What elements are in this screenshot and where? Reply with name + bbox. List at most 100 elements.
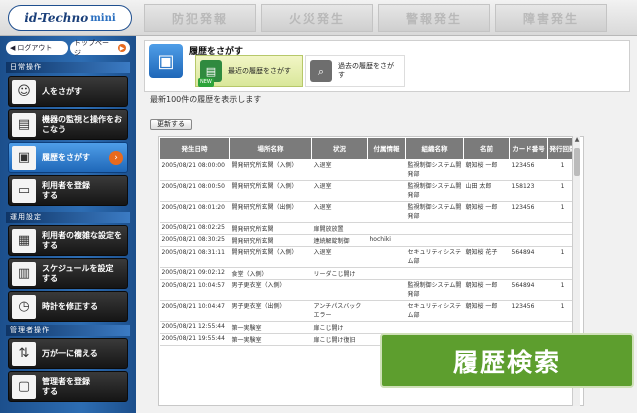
cell: 564894	[509, 246, 548, 268]
sidebar-item-label: 利用者の複雑な設定をする	[42, 230, 122, 250]
device-icon: ▤	[12, 112, 36, 137]
cell: 朝知桜 一郎	[463, 300, 510, 322]
cell: 2005/08/21 19:55:44	[159, 333, 230, 346]
sidebar-item-label: 人をさがす	[42, 86, 82, 96]
table-row[interactable]: 2005/08/21 10:04:57 男子更衣室（入側） 監視制御システム開発…	[159, 279, 578, 301]
cell: 食堂（入側）	[229, 267, 312, 280]
cell: 開発研究所玄関（入側）	[229, 159, 312, 181]
cell: 朝知桜 一郎	[463, 159, 510, 181]
cell: 123456	[509, 201, 548, 223]
session-controls: ◀ ログアウト トップページ ▶	[6, 39, 130, 57]
tab-label: 過去の履歴をさがす	[338, 62, 394, 79]
cell: 第一実験室	[229, 333, 312, 346]
col-header[interactable]: 名前	[463, 137, 510, 160]
scroll-up-icon[interactable]: ▲	[573, 136, 581, 145]
admin-icon: ▢	[12, 374, 36, 399]
user-settings-icon: ▦	[12, 228, 36, 253]
cell: 入退室	[311, 159, 368, 181]
tab-label: 最近の履歴をさがす	[228, 66, 291, 75]
cell: 開発研究所玄関	[229, 234, 312, 247]
id-card-icon: ▭	[12, 178, 36, 203]
tab-recent-history[interactable]: ▤ NEW 最近の履歴をさがす	[195, 55, 303, 87]
cell: 2005/08/21 10:04:57	[159, 279, 230, 301]
cell	[367, 201, 406, 223]
cell	[509, 267, 548, 280]
history-icon: ▣	[12, 145, 36, 170]
sidebar-item-user-settings[interactable]: ▦ 利用者の複雑な設定をする	[8, 225, 128, 256]
sidebar-item-clock[interactable]: ◷ 時計を修正する	[8, 291, 128, 322]
cell: 開発研究所玄関	[229, 222, 312, 235]
sidebar-item-register-admin[interactable]: ▢ 管理者を登録する	[8, 371, 128, 402]
cell: 監視制御システム開発部	[405, 159, 464, 181]
cell	[463, 234, 510, 247]
cell: 監視制御システム開発部	[405, 279, 464, 301]
sidebar-item-monitor-devices[interactable]: ▤ 機器の監視と操作をおこなう	[8, 109, 128, 140]
sidebar-item-register-user[interactable]: ▭ 利用者を登録する	[8, 175, 128, 206]
cell: 入退室	[311, 180, 368, 202]
cell	[367, 321, 406, 334]
table-row[interactable]: 2005/08/21 08:30:25 開発研究所玄関 連続解錠制御 hochi…	[159, 234, 578, 247]
cell: 開発研究所玄関（入側）	[229, 180, 312, 202]
info-text: 最新100件の履歴を表示します	[150, 95, 262, 104]
table-row[interactable]: 2005/08/21 08:00:00 開発研究所玄関（入側） 入退室 監視制御…	[159, 159, 578, 181]
cell	[509, 321, 548, 334]
cell	[367, 246, 406, 268]
table-row[interactable]: 2005/08/21 09:02:12 食堂（入側） リーダこじ開け	[159, 267, 578, 280]
sidebar-item-label: スケジュールを設定する	[42, 263, 114, 283]
cell: 2005/08/21 08:02:25	[159, 222, 230, 235]
cell: 2005/08/21 08:30:25	[159, 234, 230, 247]
alert-alarm: 警報発生	[378, 4, 490, 32]
cell: リーダこじ開け	[311, 267, 368, 280]
sidebar-item-label: 時計を修正する	[42, 301, 98, 311]
cell: 開発研究所玄関（入側）	[229, 246, 312, 268]
logout-button[interactable]: ◀ ログアウト	[6, 41, 68, 55]
app-window: id-Techno mini 防犯発報 火災発生 警報発生 障害発生 ◀ ログア…	[0, 0, 637, 413]
sidebar-item-schedule[interactable]: ▥ スケジュールを設定する	[8, 258, 128, 289]
cell: 158123	[509, 180, 548, 202]
cell: 123456	[509, 300, 548, 322]
table-row[interactable]: 2005/08/21 12:55:44 第一実験室 扉こじ開け	[159, 321, 578, 334]
sidebar-item-find-person[interactable]: ☺ 人をさがす	[8, 76, 128, 107]
table-row[interactable]: 2005/08/21 10:04:47 男子更衣室（出側） アンチパスバックエラ…	[159, 300, 578, 322]
cell: 山田 太郎	[463, 180, 510, 202]
cell	[405, 222, 464, 235]
col-header[interactable]: 組織名称	[405, 137, 464, 160]
sidebar-item-backup[interactable]: ⇅ 万が一に備える	[8, 338, 128, 369]
cell: 2005/08/21 10:04:47	[159, 300, 230, 322]
refresh-button[interactable]: 更新する	[150, 119, 192, 130]
cell: 男子更衣室（出側）	[229, 300, 312, 322]
sidebar-item-search-history[interactable]: ▣ 履歴をさがす ›	[8, 142, 128, 173]
cell: 2005/08/21 12:55:44	[159, 321, 230, 334]
table-row[interactable]: 2005/08/21 08:02:25 開発研究所玄関 扉開放放置	[159, 222, 578, 235]
table-row[interactable]: 2005/08/21 08:31:11 開発研究所玄関（入側） 入退室 セキュリ…	[159, 246, 578, 268]
person-icon: ☺	[12, 79, 36, 104]
col-header[interactable]: 状況	[311, 137, 368, 160]
cell: セキュリティシステム部	[405, 246, 464, 268]
page-header: ▣ 履歴をさがす ▤ NEW 最近の履歴をさがす ⌕ 過去の履歴をさがす	[144, 40, 630, 92]
top-page-button[interactable]: トップページ ▶	[70, 39, 130, 57]
cell: 2005/08/21 08:00:50	[159, 180, 230, 202]
cell: 連続解錠制御	[311, 234, 368, 247]
scroll-thumb[interactable]	[574, 148, 580, 176]
alert-bar: 防犯発報 火災発生 警報発生 障害発生	[144, 4, 612, 32]
cell: セキュリティシステム部	[405, 300, 464, 322]
cell	[509, 234, 548, 247]
cell	[405, 321, 464, 334]
col-header[interactable]: カード番号	[509, 137, 548, 160]
cell: 朝知桜 一郎	[463, 279, 510, 301]
logo-mini-text: mini	[90, 12, 116, 24]
cell: 扉こじ開け復旧	[311, 333, 368, 346]
new-badge: NEW	[198, 78, 214, 87]
table-row[interactable]: 2005/08/21 08:00:50 開発研究所玄関（入側） 入退室 監視制御…	[159, 180, 578, 202]
cell: 2005/08/21 08:00:00	[159, 159, 230, 181]
cell	[405, 234, 464, 247]
cell: 扉こじ開け	[311, 321, 368, 334]
sidebar-item-label: 管理者を登録する	[42, 376, 90, 396]
col-header[interactable]: 発生日時	[159, 137, 230, 160]
tab-past-history[interactable]: ⌕ 過去の履歴をさがす	[305, 55, 405, 87]
cell	[367, 180, 406, 202]
table-row[interactable]: 2005/08/21 08:01:20 開発研究所玄関（出側） 入退室 監視制御…	[159, 201, 578, 223]
col-header[interactable]: 付属情報	[367, 137, 406, 160]
table-header-row: 発生日時 場所名称 状況 付属情報 組織名称 名前 カード番号 発行回数	[159, 137, 578, 160]
col-header[interactable]: 場所名称	[229, 137, 312, 160]
